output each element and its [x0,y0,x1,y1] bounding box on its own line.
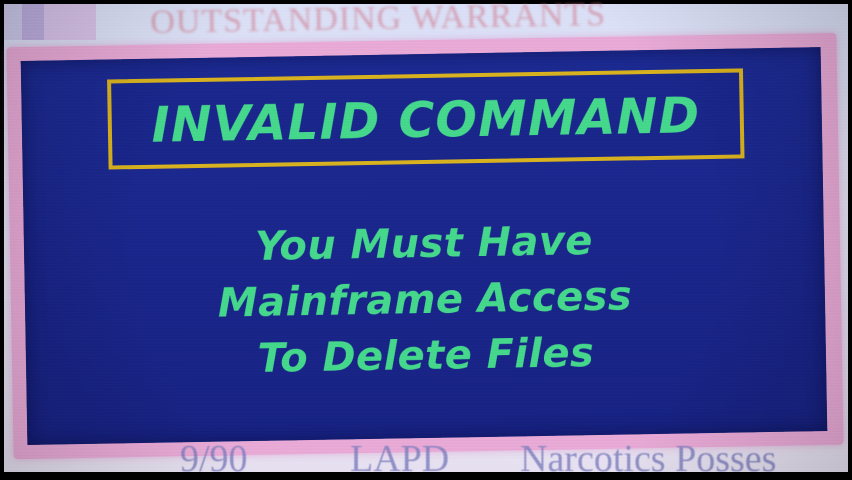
screen-scene: OUTSTANDING WARRANTS INVALID COMMAND You… [0,0,852,480]
dialog-title-box: INVALID COMMAND [107,68,745,170]
dialog-frame: INVALID COMMAND You Must Have Mainframe … [6,32,844,460]
black-letterbox [0,472,852,480]
error-dialog: INVALID COMMAND You Must Have Mainframe … [20,47,828,445]
dialog-message: You Must Have Mainframe Access To Delete… [24,209,827,391]
background-window-edge [4,4,96,40]
dialog-title: INVALID COMMAND [150,86,701,154]
